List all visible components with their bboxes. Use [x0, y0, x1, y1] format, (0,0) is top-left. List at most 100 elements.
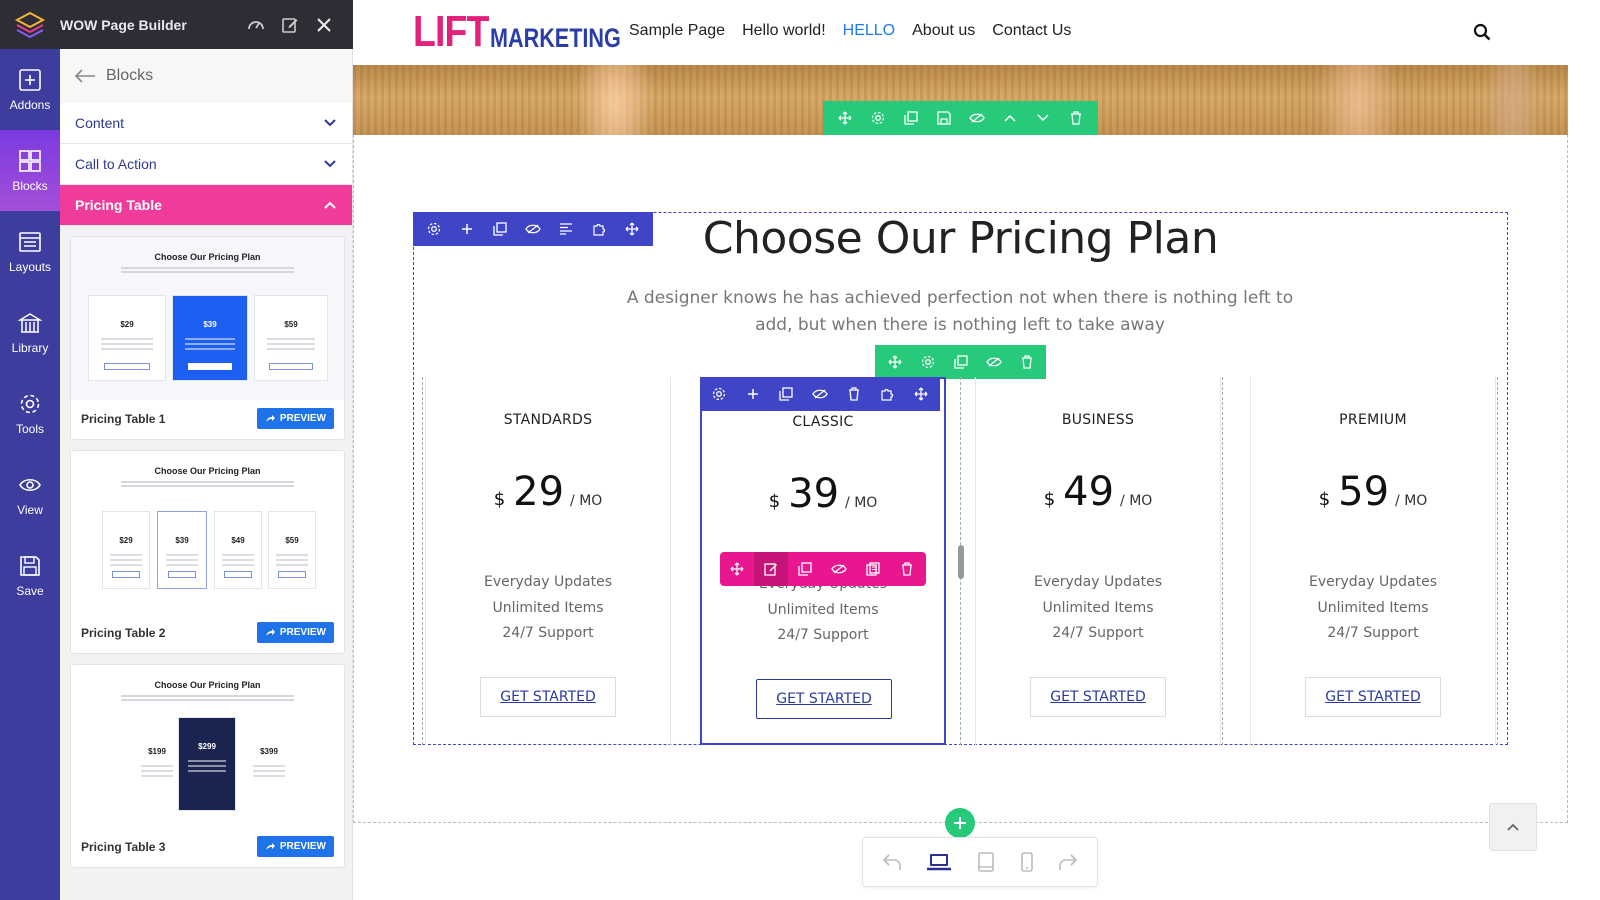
column-resize-handle[interactable] — [958, 545, 964, 579]
save-icon[interactable] — [928, 101, 961, 135]
accordion-pricing-table[interactable]: Pricing Table — [60, 185, 352, 226]
settings-gear-icon[interactable] — [911, 345, 944, 379]
block-thumbnail: Choose Our Pricing Plan $29 $39 $59 — [71, 237, 344, 400]
duplicate-icon[interactable] — [788, 552, 822, 586]
desktop-view-icon[interactable] — [927, 853, 952, 871]
preview-button[interactable]: PREVIEW — [256, 408, 334, 429]
thumb-plan-highlight: $39 — [172, 295, 248, 381]
nav-item-sample-page[interactable]: Sample Page — [629, 22, 725, 40]
duplicate-icon[interactable] — [944, 345, 977, 379]
feature-item: Everyday Updates — [484, 574, 612, 590]
move-icon[interactable] — [878, 345, 911, 379]
plan-price: $39 / MO — [702, 471, 944, 517]
page-scrollbar[interactable] — [1568, 65, 1600, 900]
trash-icon[interactable] — [1059, 101, 1092, 135]
plan-name: CLASSIC — [792, 414, 854, 430]
undo-icon[interactable] — [882, 853, 902, 871]
rail-item-save[interactable]: Save — [0, 535, 60, 616]
speedometer-icon[interactable] — [239, 0, 273, 49]
move-up-icon[interactable] — [993, 101, 1026, 135]
rail-item-layouts[interactable]: Layouts — [0, 211, 60, 292]
thumb-price: $299 — [198, 742, 216, 751]
tablet-view-icon[interactable] — [977, 852, 995, 872]
copy-style-icon[interactable] — [856, 552, 890, 586]
price-currency: $ — [1043, 489, 1056, 510]
trash-icon[interactable] — [890, 552, 924, 586]
hide-eye-icon[interactable] — [961, 101, 994, 135]
arrow-left-icon[interactable] — [74, 69, 96, 83]
nav-item-contact-us[interactable]: Contact Us — [992, 22, 1071, 40]
hide-eye-icon[interactable] — [977, 345, 1010, 379]
thumb-plan-highlight: $39 — [157, 511, 207, 589]
rail-item-tools[interactable]: Tools — [0, 373, 60, 454]
share-arrow-icon — [265, 843, 275, 850]
pricing-column-standards[interactable]: STANDARDS $29 / MO Everyday Updates Unlim… — [425, 377, 671, 745]
builder-rail: Addons Blocks Layouts Library Tools View… — [0, 49, 60, 900]
share-arrow-icon — [265, 415, 275, 422]
thumb-title: Choose Our Pricing Plan — [154, 680, 261, 690]
rail-item-view[interactable]: View — [0, 454, 60, 535]
nav-item-about-us[interactable]: About us — [912, 22, 975, 40]
library-icon — [18, 312, 42, 333]
column-divider — [1497, 377, 1498, 745]
close-icon[interactable] — [307, 0, 341, 49]
block-thumbnail: Choose Our Pricing Plan $199 $299 $399 — [71, 665, 344, 828]
brand-logo[interactable]: LIFT MARKETING — [413, 10, 653, 54]
edit-icon[interactable] — [754, 552, 788, 586]
preview-button[interactable]: PREVIEW — [256, 836, 334, 857]
plan-name: STANDARDS — [503, 412, 593, 428]
nav-item-hello-world[interactable]: Hello world! — [742, 22, 826, 40]
feature-item: 24/7 Support — [777, 627, 869, 643]
block-card-pricing-table-1[interactable]: Choose Our Pricing Plan $29 $39 $59 Pric… — [70, 236, 345, 440]
blocks-grid-icon — [19, 149, 41, 172]
accordion-content[interactable]: Content — [60, 103, 352, 144]
thumb-plan: $199 — [134, 723, 180, 809]
get-started-button[interactable]: GET STARTED — [1305, 677, 1441, 717]
thumb-subtitle-lines — [121, 695, 294, 703]
back-to-top-button[interactable] — [1489, 803, 1537, 851]
mobile-view-icon[interactable] — [1020, 852, 1033, 872]
hide-eye-icon[interactable] — [822, 552, 856, 586]
move-icon[interactable] — [829, 101, 862, 135]
search-icon[interactable] — [1473, 23, 1491, 41]
thumb-price: $29 — [119, 536, 133, 545]
preview-label: PREVIEW — [279, 413, 326, 424]
get-started-button[interactable]: GET STARTED — [480, 677, 616, 717]
gear-icon — [20, 394, 40, 413]
get-started-button[interactable]: GET STARTED — [1030, 677, 1166, 717]
card-footer: Pricing Table 3 PREVIEW — [71, 826, 344, 867]
rail-item-addons[interactable]: Addons — [0, 49, 60, 130]
builder-topbar: WOW Page Builder — [0, 0, 353, 49]
plan-price: $49 / MO — [976, 469, 1220, 515]
puzzle-icon[interactable] — [871, 377, 905, 411]
trash-icon[interactable] — [837, 377, 871, 411]
duplicate-icon[interactable] — [769, 377, 803, 411]
block-card-pricing-table-2[interactable]: Choose Our Pricing Plan $29 $39 $49 $59 … — [70, 450, 345, 654]
duplicate-icon[interactable] — [895, 101, 928, 135]
accordion-call-to-action[interactable]: Call to Action — [60, 144, 352, 185]
pricing-column-premium[interactable]: PREMIUM $59 / MO Everyday Updates Unlimit… — [1250, 377, 1496, 745]
add-section-button[interactable] — [945, 808, 975, 838]
block-thumbnail: Choose Our Pricing Plan $29 $39 $49 $59 — [71, 451, 344, 614]
price-period: / MO — [1120, 493, 1153, 509]
settings-gear-icon[interactable] — [862, 101, 895, 135]
nav-item-hello[interactable]: HELLO — [843, 22, 895, 40]
rail-item-blocks[interactable]: Blocks — [0, 130, 60, 211]
add-icon[interactable] — [736, 377, 770, 411]
pricing-title: Choose Our Pricing Plan — [702, 213, 1219, 264]
get-started-button[interactable]: GET STARTED — [756, 679, 892, 719]
move-icon[interactable] — [904, 377, 938, 411]
thumb-price: $59 — [284, 320, 298, 329]
rail-item-library[interactable]: Library — [0, 292, 60, 373]
trash-icon[interactable] — [1010, 345, 1043, 379]
preview-button[interactable]: PREVIEW — [256, 622, 334, 643]
edit-icon[interactable] — [273, 0, 307, 49]
move-icon[interactable] — [720, 552, 754, 586]
settings-gear-icon[interactable] — [702, 377, 736, 411]
main-nav: Sample Page Hello world! HELLO About us … — [629, 22, 1071, 40]
block-card-pricing-table-3[interactable]: Choose Our Pricing Plan $199 $299 $399 P… — [70, 664, 345, 868]
redo-icon[interactable] — [1058, 853, 1078, 871]
hide-eye-icon[interactable] — [803, 377, 837, 411]
move-down-icon[interactable] — [1026, 101, 1059, 135]
pricing-column-business[interactable]: BUSINESS $49 / MO Everyday Updates Unlimi… — [975, 377, 1221, 745]
